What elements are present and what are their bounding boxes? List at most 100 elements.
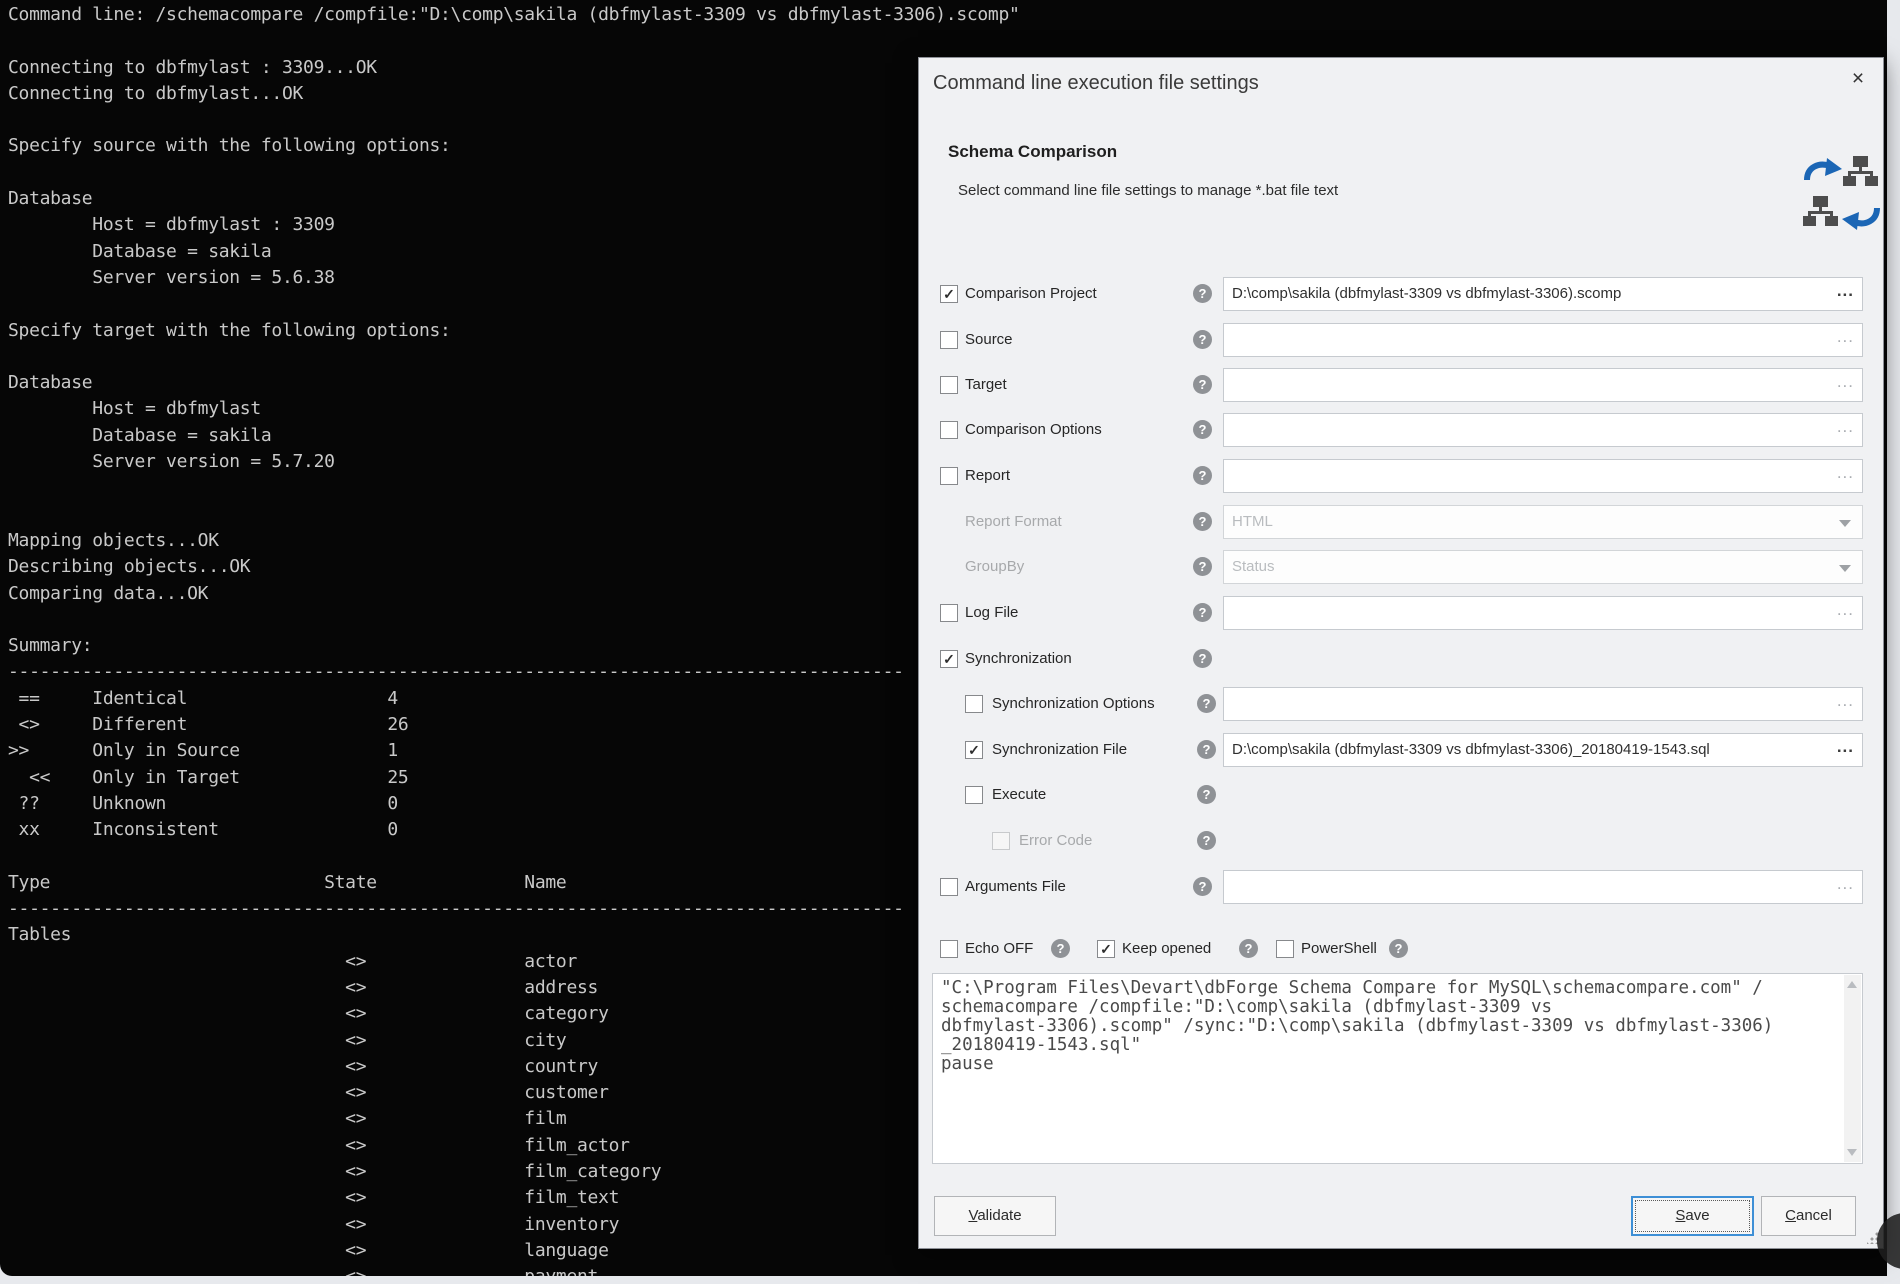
synchronization-options-label: Synchronization Options <box>992 687 1155 721</box>
row-synchronization-options: Synchronization Options ? ... <box>919 687 1883 721</box>
row-report-format: Report Format ? HTML <box>919 505 1883 539</box>
browse-icon[interactable]: ... <box>1837 275 1854 307</box>
target-field[interactable]: ... <box>1223 368 1863 402</box>
browse-icon[interactable]: ... <box>1837 868 1854 900</box>
help-icon[interactable]: ? <box>1197 785 1216 804</box>
execute-checkbox[interactable] <box>965 786 983 804</box>
help-icon[interactable]: ? <box>1197 694 1216 713</box>
synchronization-options-checkbox[interactable] <box>965 695 983 713</box>
browse-icon[interactable]: ... <box>1837 457 1854 489</box>
save-button[interactable]: Save <box>1631 1196 1754 1236</box>
help-icon[interactable]: ? <box>1193 877 1212 896</box>
report-field[interactable]: ... <box>1223 459 1863 493</box>
section-subtitle: Select command line file settings to man… <box>958 182 1338 199</box>
row-error-code: Error Code ? <box>919 824 1883 858</box>
keep-opened-checkbox[interactable]: ✓ <box>1097 940 1115 958</box>
chevron-down-icon <box>1839 520 1851 527</box>
echo-off-label: Echo OFF <box>965 932 1033 966</box>
source-label: Source <box>965 323 1013 357</box>
validate-button[interactable]: Validate <box>934 1196 1056 1236</box>
error-code-label: Error Code <box>1019 824 1092 858</box>
browse-icon[interactable]: ... <box>1837 685 1854 717</box>
help-icon[interactable]: ? <box>1051 939 1070 958</box>
help-icon[interactable]: ? <box>1193 603 1212 622</box>
section-heading: Schema Comparison <box>948 142 1117 162</box>
browse-icon[interactable]: ... <box>1837 594 1854 626</box>
comparison-options-checkbox[interactable] <box>940 421 958 439</box>
row-comparison-project: ✓ Comparison Project ? D:\comp\sakila (d… <box>919 277 1883 311</box>
groupby-label: GroupBy <box>965 550 1024 584</box>
row-report: Report ? ... <box>919 459 1883 493</box>
target-label: Target <box>965 368 1007 402</box>
report-label: Report <box>965 459 1010 493</box>
comparison-project-field[interactable]: D:\comp\sakila (dbfmylast-3309 vs dbfmyl… <box>1223 277 1863 311</box>
row-echo-options: Echo OFF ? ✓ Keep opened ? PowerShell ? <box>919 932 1883 966</box>
comparison-options-label: Comparison Options <box>965 413 1102 447</box>
screen: { "console": { "lines": [ "Command line:… <box>0 0 1900 1284</box>
comparison-project-label: Comparison Project <box>965 277 1097 311</box>
scrollbar[interactable] <box>1844 975 1861 1162</box>
row-synchronization-file: ✓ Synchronization File ? D:\comp\sakila … <box>919 733 1883 767</box>
report-format-label: Report Format <box>965 505 1062 539</box>
synchronization-file-label: Synchronization File <box>992 733 1127 767</box>
target-checkbox[interactable] <box>940 376 958 394</box>
help-icon[interactable]: ? <box>1193 284 1212 303</box>
comparison-options-field[interactable]: ... <box>1223 413 1863 447</box>
dialog-title: Command line execution file settings <box>933 72 1259 95</box>
help-icon[interactable]: ? <box>1193 375 1212 394</box>
help-icon[interactable]: ? <box>1193 557 1212 576</box>
help-icon[interactable]: ? <box>1197 740 1216 759</box>
report-format-select: HTML <box>1223 505 1863 539</box>
help-icon[interactable]: ? <box>1239 939 1258 958</box>
arguments-file-label: Arguments File <box>965 870 1066 904</box>
echo-off-checkbox[interactable] <box>940 940 958 958</box>
chevron-down-icon <box>1839 565 1851 572</box>
powershell-label: PowerShell <box>1301 932 1377 966</box>
row-synchronization: ✓ Synchronization ? <box>919 642 1883 676</box>
arguments-file-field[interactable]: ... <box>1223 870 1863 904</box>
comparison-project-checkbox[interactable]: ✓ <box>940 285 958 303</box>
browse-icon[interactable]: ... <box>1837 321 1854 353</box>
help-icon[interactable]: ? <box>1193 420 1212 439</box>
row-groupby: GroupBy ? Status <box>919 550 1883 584</box>
help-icon[interactable]: ? <box>1197 831 1216 850</box>
scroll-up-icon[interactable] <box>1847 981 1857 988</box>
help-icon[interactable]: ? <box>1389 939 1408 958</box>
browse-icon[interactable]: ... <box>1837 366 1854 398</box>
row-arguments-file: Arguments File ? ... <box>919 870 1883 904</box>
command-line-settings-dialog: Command line execution file settings × S… <box>918 57 1884 1249</box>
help-icon[interactable]: ? <box>1193 649 1212 668</box>
synchronization-checkbox[interactable]: ✓ <box>940 650 958 668</box>
powershell-checkbox[interactable] <box>1276 940 1294 958</box>
browse-icon[interactable]: ... <box>1837 411 1854 443</box>
error-code-checkbox <box>992 832 1010 850</box>
row-source: Source ? ... <box>919 323 1883 357</box>
log-file-field[interactable]: ... <box>1223 596 1863 630</box>
browse-icon[interactable]: ... <box>1837 731 1854 763</box>
synchronization-options-field[interactable]: ... <box>1223 687 1863 721</box>
help-icon[interactable]: ? <box>1193 512 1212 531</box>
log-file-label: Log File <box>965 596 1018 630</box>
groupby-select: Status <box>1223 550 1863 584</box>
cancel-button[interactable]: Cancel <box>1761 1196 1856 1236</box>
report-checkbox[interactable] <box>940 467 958 485</box>
close-icon[interactable]: × <box>1845 66 1871 92</box>
synchronization-file-field[interactable]: D:\comp\sakila (dbfmylast-3309 vs dbfmyl… <box>1223 733 1863 767</box>
row-target: Target ? ... <box>919 368 1883 402</box>
source-checkbox[interactable] <box>940 331 958 349</box>
keep-opened-label: Keep opened <box>1122 932 1211 966</box>
source-field[interactable]: ... <box>1223 323 1863 357</box>
synchronization-file-checkbox[interactable]: ✓ <box>965 741 983 759</box>
execute-label: Execute <box>992 778 1046 812</box>
row-comparison-options: Comparison Options ? ... <box>919 413 1883 447</box>
synchronization-label: Synchronization <box>965 642 1072 676</box>
scroll-down-icon[interactable] <box>1847 1149 1857 1156</box>
row-log-file: Log File ? ... <box>919 596 1883 630</box>
log-file-checkbox[interactable] <box>940 604 958 622</box>
bat-file-text-box[interactable]: "C:\Program Files\Devart\dbForge Schema … <box>932 973 1863 1164</box>
bat-file-text: "C:\Program Files\Devart\dbForge Schema … <box>933 974 1862 1079</box>
row-execute: Execute ? <box>919 778 1883 812</box>
arguments-file-checkbox[interactable] <box>940 878 958 896</box>
help-icon[interactable]: ? <box>1193 330 1212 349</box>
help-icon[interactable]: ? <box>1193 466 1212 485</box>
